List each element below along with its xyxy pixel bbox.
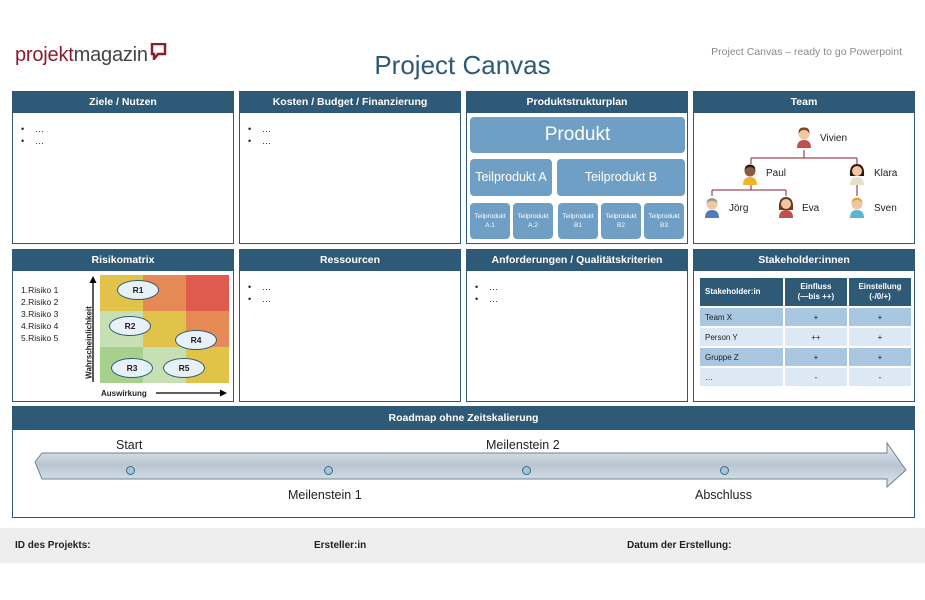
- psp-teilprodukt-a2: Teilprodukt A.2: [513, 203, 553, 239]
- avatar-sven-icon: [850, 197, 864, 218]
- list-item: …: [475, 293, 687, 305]
- table-row: Gruppe Z + +: [700, 348, 911, 366]
- panel-ziele-title: Ziele / Nutzen: [13, 92, 233, 113]
- matrix-axes: [89, 276, 227, 397]
- list-item: …: [248, 135, 460, 147]
- page-subtitle: Project Canvas – ready to go Powerpoint: [711, 46, 902, 58]
- team-member-eva: Eva: [802, 203, 820, 214]
- footer-author: Ersteller:in: [314, 540, 367, 551]
- milestone-2-label: Meilenstein 2: [486, 438, 560, 452]
- panel-ziele: Ziele / Nutzen … …: [12, 91, 234, 244]
- footer-project-id: ID des Projekts:: [15, 540, 91, 551]
- milestone-end-label: Abschluss: [695, 488, 752, 502]
- table-header-row: Stakeholder:in Einfluss (—bis ++) Einstel…: [700, 278, 911, 306]
- milestone-1-dot: [324, 466, 333, 475]
- ressourcen-list: … …: [240, 271, 460, 305]
- kosten-list: … …: [240, 113, 460, 147]
- table-row: Team X + +: [700, 308, 911, 326]
- psp-teilprodukt-b: Teilprodukt B: [557, 159, 685, 196]
- panel-ressourcen: Ressourcen … …: [239, 249, 461, 402]
- panel-roadmap: Roadmap ohne Zeitskalierung Start Meilen…: [12, 406, 915, 518]
- team-member-sven: Sven: [874, 203, 897, 214]
- panel-ressourcen-title: Ressourcen: [240, 250, 460, 271]
- panel-psp: Produktstrukturplan Produkt Teilprodukt …: [466, 91, 688, 244]
- panel-stakeholder-title: Stakeholder:innen: [694, 250, 914, 271]
- milestone-1-label: Meilenstein 1: [288, 488, 362, 502]
- psp-teilprodukt-b2: Teilprodukt B2: [601, 203, 641, 239]
- panel-anforderungen-title: Anforderungen / Qualitätskriterien: [467, 250, 687, 271]
- panel-team: Team Vivien Paul Klara Jörg Eva Sven: [693, 91, 915, 244]
- avatar-eva-icon: [778, 197, 794, 218]
- list-item: …: [475, 281, 687, 293]
- table-row: … - -: [700, 368, 911, 386]
- milestone-2-dot: [522, 466, 531, 475]
- panel-stakeholder: Stakeholder:innen Stakeholder:in Einflus…: [693, 249, 915, 402]
- team-org-lines: [711, 150, 858, 196]
- psp-teilprodukt-a1: Teilprodukt A.1: [470, 203, 510, 239]
- panel-kosten-title: Kosten / Budget / Finanzierung: [240, 92, 460, 113]
- list-item: …: [21, 135, 233, 147]
- footer: ID des Projekts: Ersteller:in Datum der …: [0, 528, 925, 563]
- milestone-start-label: Start: [116, 438, 143, 452]
- y-axis-label: Wahrscheinlichkeit: [84, 306, 94, 379]
- list-item: …: [248, 293, 460, 305]
- avatar-vivien-icon: [797, 127, 811, 148]
- psp-teilprodukt-a: Teilprodukt A: [470, 159, 552, 196]
- avatar-joerg-icon: [705, 198, 719, 218]
- team-member-vivien: Vivien: [820, 133, 848, 144]
- psp-teilprodukt-b3: Teilprodukt B3: [644, 203, 684, 239]
- footer-date: Datum der Erstellung:: [627, 540, 732, 551]
- panel-kosten: Kosten / Budget / Finanzierung … …: [239, 91, 461, 244]
- psp-teilprodukt-b1: Teilprodukt B1: [558, 203, 598, 239]
- roadmap-arrow: [34, 441, 907, 489]
- anforderungen-list: … …: [467, 271, 687, 305]
- panel-risikomatrix: Risikomatrix 1.Risiko 1 2.Risiko 2 3.Ris…: [12, 249, 234, 402]
- avatar-paul-icon: [743, 164, 757, 185]
- milestone-start-dot: [126, 466, 135, 475]
- milestone-end-dot: [720, 466, 729, 475]
- list-item: …: [248, 123, 460, 135]
- team-member-joerg: Jörg: [729, 203, 749, 214]
- team-member-paul: Paul: [766, 168, 787, 179]
- panel-psp-title: Produktstrukturplan: [467, 92, 687, 113]
- x-axis-label: Auswirkung: [101, 389, 147, 398]
- list-item: …: [21, 123, 233, 135]
- col-einstellung: Einstellung (-/0/+): [849, 278, 911, 306]
- team-member-klara: Klara: [874, 168, 898, 179]
- table-row: Person Y ++ +: [700, 328, 911, 346]
- avatar-klara-icon: [849, 164, 865, 185]
- psp-produkt: Produkt: [470, 117, 685, 153]
- col-stakeholder: Stakeholder:in: [700, 278, 783, 306]
- panel-anforderungen: Anforderungen / Qualitätskriterien … …: [466, 249, 688, 402]
- col-einfluss: Einfluss (—bis ++): [784, 278, 848, 306]
- ziele-list: … …: [13, 113, 233, 147]
- stakeholder-table: Stakeholder:in Einfluss (—bis ++) Einstel…: [698, 276, 913, 388]
- list-item: …: [248, 281, 460, 293]
